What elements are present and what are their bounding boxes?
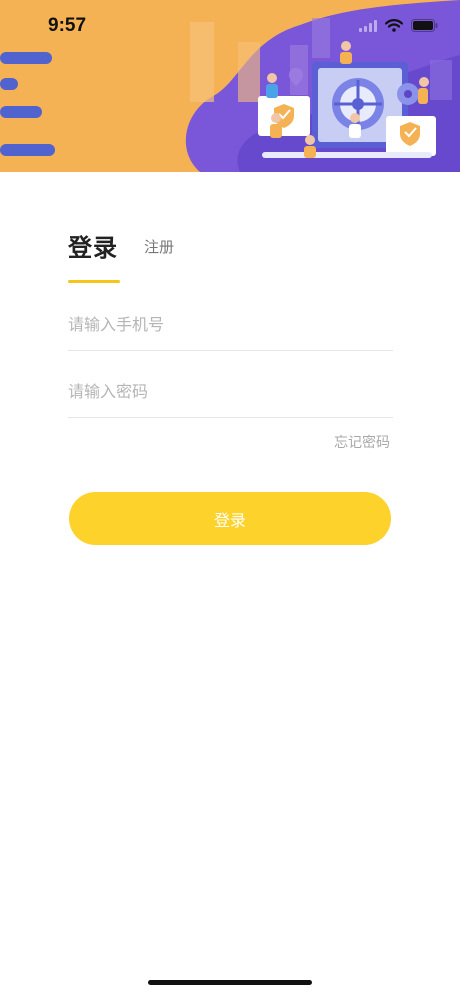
auth-tabs: 登录 注册 bbox=[68, 228, 174, 283]
status-icons bbox=[359, 16, 438, 36]
tab-register[interactable]: 注册 bbox=[144, 236, 174, 275]
tab-login[interactable]: 登录 bbox=[68, 228, 120, 283]
tab-login-label: 登录 bbox=[68, 234, 118, 262]
phone-field bbox=[68, 290, 393, 354]
login-button[interactable]: 登录 bbox=[69, 492, 391, 545]
wifi-icon bbox=[384, 17, 404, 36]
home-indicator bbox=[148, 980, 312, 985]
battery-icon bbox=[411, 17, 438, 36]
signal-icon bbox=[359, 17, 377, 36]
password-field bbox=[68, 357, 393, 421]
forgot-password-link[interactable]: 忘记密码 bbox=[334, 432, 390, 452]
password-input[interactable] bbox=[68, 357, 393, 421]
phone-input[interactable] bbox=[68, 290, 393, 354]
status-time: 9:57 bbox=[48, 15, 87, 36]
tab-active-indicator bbox=[68, 280, 120, 283]
